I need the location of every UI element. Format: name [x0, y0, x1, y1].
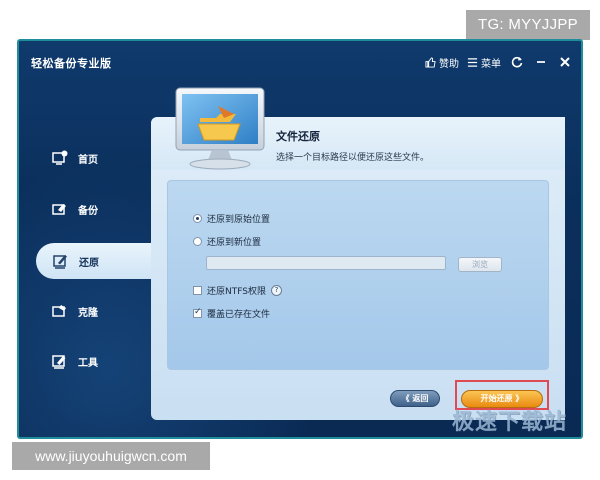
back-button[interactable]: 《 返回	[390, 390, 440, 407]
thumbs-up-icon	[425, 56, 436, 68]
title-bar: 轻松备份专业版 赞助 菜单	[19, 41, 581, 85]
menu-label: 菜单	[481, 58, 501, 70]
minimize-icon[interactable]	[533, 54, 549, 70]
browse-button[interactable]: 浏览	[458, 257, 502, 272]
site-watermark: 极速下载站	[452, 410, 568, 435]
donate-button[interactable]: 赞助	[425, 55, 459, 70]
restore-monitor-icon	[170, 86, 265, 172]
sidebar-item-label: 备份	[78, 205, 98, 217]
options-box	[167, 180, 549, 370]
menu-button[interactable]: 菜单	[467, 55, 501, 70]
home-icon	[51, 149, 69, 167]
radio-unselected-icon[interactable]	[193, 237, 202, 246]
sidebar-item-label: 还原	[79, 257, 99, 269]
target-path-input[interactable]	[206, 256, 446, 270]
sidebar-item-backup[interactable]: 备份	[17, 191, 157, 227]
restore-new-option[interactable]: 还原到新位置	[193, 235, 261, 248]
backup-icon	[51, 200, 69, 218]
sidebar-item-label: 首页	[78, 154, 98, 166]
sidebar-item-label: 克隆	[78, 307, 98, 319]
close-icon[interactable]	[557, 54, 573, 70]
page-title: 文件还原	[276, 130, 320, 143]
sidebar-item-restore[interactable]: 还原	[36, 243, 160, 279]
page-subtitle: 选择一个目标路径以便还原这些文件。	[276, 153, 430, 163]
radio-selected-icon[interactable]	[193, 214, 202, 223]
help-icon[interactable]: ?	[270, 285, 282, 296]
restore-new-label: 还原到新位置	[207, 238, 262, 248]
sidebar-item-label: 工具	[78, 357, 98, 369]
checkbox-checked-icon[interactable]	[193, 307, 202, 318]
ntfs-option[interactable]: 还原NTFS权限 ?	[193, 284, 282, 297]
overwrite-option[interactable]: 覆盖已存在文件	[193, 307, 270, 320]
restore-original-label: 还原到原始位置	[207, 215, 271, 225]
tools-icon	[51, 352, 69, 370]
tg-watermark: TG: MYYJJPP	[466, 10, 590, 40]
restore-original-option[interactable]: 还原到原始位置	[193, 212, 270, 225]
title-actions: 赞助 菜单	[425, 54, 573, 70]
overwrite-label: 覆盖已存在文件	[207, 310, 271, 320]
donate-label: 赞助	[439, 58, 459, 70]
menu-icon	[467, 57, 478, 68]
checkbox-unchecked-icon[interactable]	[193, 286, 202, 295]
sidebar-item-home[interactable]: 首页	[17, 140, 157, 176]
clone-icon	[51, 302, 69, 320]
screenshot: TG: MYYJJPP 轻松备份专业版 赞助 菜单 首页 备份 还原 克隆 工具…	[0, 0, 600, 480]
sidebar-item-tools[interactable]: 工具	[17, 343, 157, 379]
ntfs-label: 还原NTFS权限	[207, 287, 266, 297]
url-watermark: www.jiuyouhuigwcn.com	[12, 442, 210, 470]
app-title: 轻松备份专业版	[31, 57, 112, 70]
refresh-icon[interactable]	[509, 54, 525, 70]
restore-icon	[52, 252, 70, 270]
sidebar-item-clone[interactable]: 克隆	[17, 293, 157, 329]
